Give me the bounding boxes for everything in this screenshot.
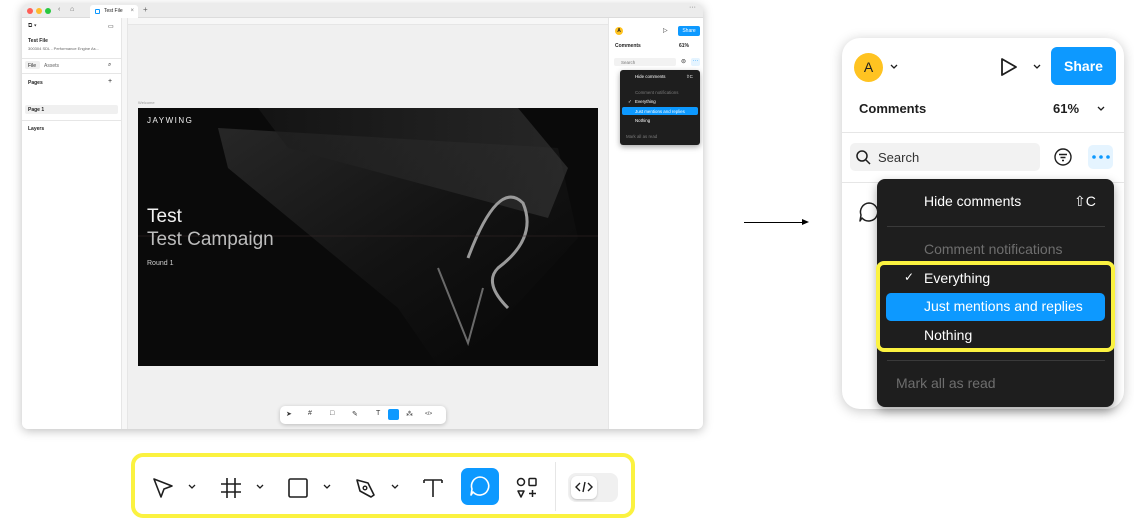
chevron-left-icon[interactable]: ‹: [58, 6, 60, 13]
text-tool-icon[interactable]: T: [376, 410, 380, 417]
close-window-button[interactable]: [27, 8, 33, 14]
chevron-down-icon[interactable]: [889, 63, 899, 71]
notification-options-highlight-outline: [876, 261, 1115, 352]
filter-icon[interactable]: [1053, 147, 1073, 167]
menu-everything[interactable]: Everything: [635, 99, 656, 104]
present-icon[interactable]: ▷: [663, 27, 668, 34]
menu-hide-comments[interactable]: Hide comments: [635, 74, 666, 79]
arrow-line: [744, 222, 806, 223]
new-tab-icon[interactable]: +: [143, 5, 148, 14]
more-icon: [1092, 155, 1110, 159]
filter-icon[interactable]: ⊜: [681, 58, 686, 65]
maximize-window-button[interactable]: [45, 8, 51, 14]
chevron-down-icon[interactable]: [1032, 63, 1042, 71]
menu-mark-all-read[interactable]: Mark all as read: [896, 375, 996, 391]
home-icon[interactable]: ⌂: [70, 6, 74, 13]
frame-brand: JAYWING: [147, 116, 194, 125]
present-icon[interactable]: [999, 56, 1019, 78]
toolbar-mini: ➤ # □ ✎ T ⁂ </>: [280, 406, 446, 424]
resources-tool-icon[interactable]: ⁂: [406, 410, 413, 418]
menu-just-mentions[interactable]: Just mentions and replies: [635, 109, 685, 114]
shape-tool-icon[interactable]: [286, 476, 310, 500]
divider: [22, 73, 122, 74]
divider: [842, 132, 1124, 133]
avatar[interactable]: A: [854, 53, 883, 82]
welcome-frame[interactable]: JAYWING Test Test Campaign Round 1: [138, 108, 598, 366]
frame-tool-icon[interactable]: [219, 476, 243, 500]
minimize-window-button[interactable]: [36, 8, 42, 14]
menu-notifications-heading: Comment notifications: [924, 241, 1063, 257]
comments-heading: Comments: [859, 101, 927, 116]
chevron-down-icon[interactable]: [255, 483, 265, 491]
move-tool-icon[interactable]: ➤: [286, 410, 292, 418]
figma-menu-icon[interactable]: ⧉ ▾: [28, 23, 36, 30]
horizontal-ruler: [128, 18, 608, 25]
arrow-head-icon: [802, 219, 809, 225]
file-subtitle: 300304 SDL - Performance Engine As...: [28, 46, 100, 51]
file-title[interactable]: Test File: [28, 38, 48, 44]
menu-nothing[interactable]: Nothing: [635, 118, 650, 123]
chevron-down-icon[interactable]: [322, 483, 332, 491]
stage: ‹ ⌂ Test File × + ··· ⧉ ▾ ▭ Test File 30…: [0, 0, 1134, 520]
menu-separator: [887, 360, 1105, 361]
code-icon: [575, 481, 593, 493]
zoom-level[interactable]: 61%: [679, 43, 689, 49]
comment-tool-icon: [470, 476, 490, 496]
add-page-icon[interactable]: +: [108, 78, 112, 85]
search-placeholder: Search: [621, 60, 636, 65]
comments-menu-mini: Hide comments ⇧C Comment notifications ✓…: [620, 70, 700, 145]
tab-title: Test File: [104, 8, 123, 14]
share-button[interactable]: Share: [1051, 47, 1116, 85]
frame-subtitle: Test Campaign: [147, 229, 274, 250]
toolbar-divider: [555, 462, 556, 511]
more-options-button[interactable]: ···: [691, 58, 700, 66]
title-bar: ‹ ⌂ Test File × + ···: [22, 4, 703, 18]
move-tool-icon[interactable]: [151, 476, 175, 500]
comments-heading: Comments: [615, 43, 641, 49]
chevron-down-icon[interactable]: [187, 483, 197, 491]
left-panel: ⧉ ▾ ▭ Test File 300304 SDL - Performance…: [22, 18, 122, 429]
text-tool-icon[interactable]: [421, 476, 445, 500]
search-icon[interactable]: ⌕: [108, 62, 111, 69]
pen-tool-icon[interactable]: ✎: [352, 410, 358, 418]
tab-assets[interactable]: Assets: [44, 63, 59, 69]
resources-tool-icon[interactable]: [515, 476, 539, 500]
figma-file-icon: [95, 9, 100, 14]
sidebar-toggle-icon[interactable]: ▭: [108, 23, 114, 30]
page-item-page-1[interactable]: Page 1: [28, 107, 44, 113]
frame-round: Round 1: [147, 260, 174, 267]
frame-label[interactable]: Welcome: [138, 100, 155, 105]
chevron-down-icon[interactable]: [390, 483, 400, 491]
tab-file[interactable]: File: [28, 63, 36, 69]
file-tab[interactable]: Test File ×: [90, 5, 138, 18]
pages-heading: Pages: [28, 80, 43, 86]
zoom-level[interactable]: 61%: [1053, 101, 1079, 116]
close-icon[interactable]: ×: [130, 5, 134, 18]
menu-separator: [887, 226, 1105, 227]
comment-tool-mini[interactable]: [388, 409, 399, 420]
frame-tool-icon[interactable]: #: [308, 410, 312, 417]
pen-tool-icon[interactable]: [354, 476, 378, 500]
share-button[interactable]: Share: [678, 26, 700, 36]
divider: [22, 58, 122, 59]
divider: [22, 120, 122, 121]
app-window: ‹ ⌂ Test File × + ··· ⧉ ▾ ▭ Test File 30…: [22, 4, 703, 429]
menu-hide-comments[interactable]: Hide comments: [924, 193, 1021, 209]
search-placeholder: Search: [878, 150, 920, 165]
more-icon[interactable]: ···: [689, 4, 696, 11]
chevron-down-icon[interactable]: [1096, 105, 1106, 113]
frame-title: Test: [147, 206, 182, 227]
avatar[interactable]: A: [615, 27, 623, 35]
search-icon: [856, 150, 871, 165]
dev-mode-icon[interactable]: </>: [425, 411, 432, 417]
layers-heading: Layers: [28, 126, 45, 132]
menu-notifications-heading: Comment notifications: [635, 90, 679, 95]
menu-hide-shortcut: ⇧C: [686, 74, 693, 79]
menu-hide-shortcut: ⇧C: [1074, 193, 1096, 209]
shape-tool-icon[interactable]: □: [330, 410, 334, 417]
menu-mark-all-read[interactable]: Mark all as read: [626, 134, 657, 139]
check-icon: ✓: [628, 99, 632, 104]
